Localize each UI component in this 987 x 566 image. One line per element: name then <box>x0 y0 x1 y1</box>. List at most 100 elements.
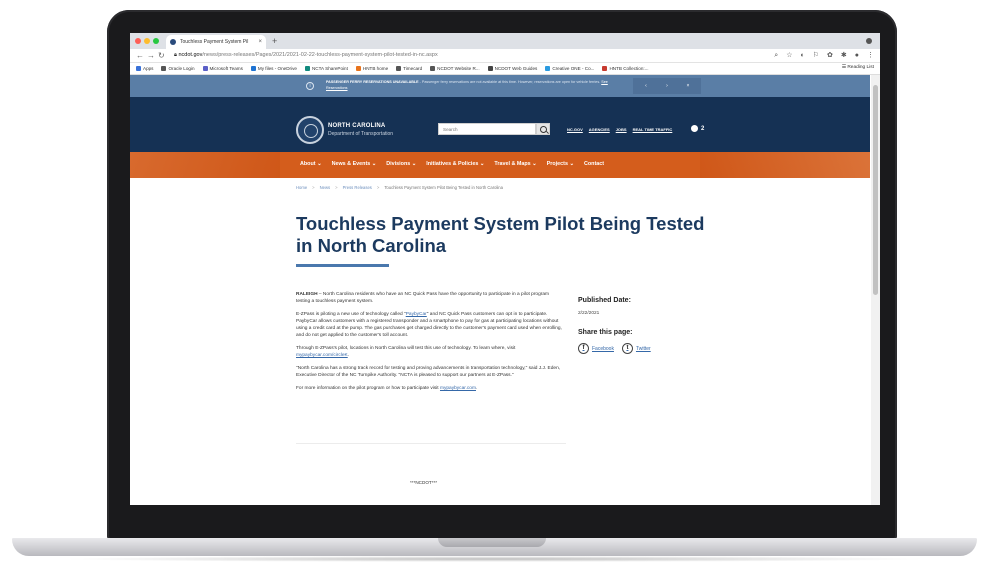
facebook-icon: f <box>578 343 589 354</box>
paybycar-link[interactable]: PaybyCar <box>406 312 427 317</box>
nav-about[interactable]: About ⌄ <box>300 161 322 167</box>
breadcrumb-separator: > <box>335 185 338 190</box>
back-arrow-icon[interactable]: ← <box>136 50 144 62</box>
link-agencies[interactable]: AGENCIES <box>589 127 610 132</box>
url-path: /news/press-releases/Pages/2021/2021-02-… <box>202 52 438 58</box>
link-jobs[interactable]: JOBS <box>616 127 627 132</box>
link-real-time-traffic[interactable]: REAL TIME TRAFFIC <box>633 127 673 132</box>
forward-arrow-icon[interactable]: → <box>147 50 155 62</box>
nav-news-events[interactable]: News & Events ⌄ <box>332 161 377 167</box>
site-header: NORTH CAROLINA Department of Transportat… <box>130 97 870 152</box>
star-icon[interactable]: ☆ <box>786 51 792 61</box>
tab-close-icon[interactable]: × <box>258 35 262 49</box>
bookmark-item[interactable]: My files - OneDrive <box>250 66 297 71</box>
address-bar-row: ← → ↻ 🔒︎ ncdot.gov/news/press-releases/P… <box>130 49 880 63</box>
url-host: ncdot.gov <box>178 52 203 58</box>
org-name[interactable]: NORTH CAROLINA <box>328 123 385 129</box>
tab-title: Touchless Payment System Pil <box>180 39 249 45</box>
bookmark-item[interactable]: NCDOT Web Guides <box>487 66 537 71</box>
published-date: 2/22/2021 <box>578 311 600 316</box>
profile-icon[interactable] <box>866 38 872 44</box>
link-nc-gov[interactable]: NC.GOV <box>567 127 583 132</box>
alert-text: PASSENGER FERRY RESERVATIONS UNAVAILABLE… <box>326 80 608 90</box>
share-facebook[interactable]: f Facebook <box>578 343 614 354</box>
browser-toolbar-icons: ⌕ ☆ ◐ ⚐ ✿ ✱ ● ⋮ <box>774 51 874 61</box>
bookmark-item[interactable]: Timecard <box>396 66 422 71</box>
title-underline <box>296 264 389 267</box>
window-controls <box>135 38 159 44</box>
bookmark-item[interactable]: HNTB home <box>355 66 388 71</box>
extension-icon[interactable]: ⚐ <box>813 51 819 61</box>
breadcrumb-separator: > <box>312 185 315 190</box>
reading-list-button[interactable]: ☰ Reading List <box>842 65 874 70</box>
main-navigation: About ⌄ News & Events ⌄ Divisions ⌄ Init… <box>130 152 870 178</box>
creative-icon <box>545 66 551 71</box>
circlek-link[interactable]: mypaybycar.com/circleK <box>296 353 348 358</box>
cloud-icon <box>250 66 256 71</box>
next-alert-icon[interactable]: › <box>661 80 673 92</box>
breadcrumb-press-releases[interactable]: Press Releases <box>343 185 372 190</box>
teams-icon <box>202 66 208 71</box>
nav-travel-maps[interactable]: Travel & Maps ⌄ <box>494 161 536 167</box>
bookmark-item[interactable]: NCTA SharePoint <box>304 66 348 71</box>
extension-icon[interactable]: ✿ <box>827 51 833 61</box>
published-date-label: Published Date: <box>578 297 631 304</box>
breadcrumb: Home > News > Press Releases > Touchless… <box>296 185 503 190</box>
nav-contact[interactable]: Contact <box>584 161 604 167</box>
end-marker: ***NCDOT*** <box>410 480 438 485</box>
bookmark-item[interactable]: Microsoft Teams <box>202 66 243 71</box>
extension-icon[interactable]: ◐ <box>801 51 805 61</box>
minimize-window-button[interactable] <box>144 38 150 44</box>
paragraph: "North Carolina has a strong track recor… <box>296 366 561 378</box>
page-scrollbar[interactable] <box>871 75 880 505</box>
previous-alert-icon[interactable]: ‹ <box>640 80 652 92</box>
new-tab-button[interactable]: + <box>272 35 277 47</box>
nav-divisions[interactable]: Divisions ⌄ <box>386 161 416 167</box>
org-subtitle[interactable]: Department of Transportation <box>328 131 393 137</box>
share-label: Share this page: <box>578 329 633 336</box>
ncdot-seal-logo[interactable] <box>296 116 324 144</box>
zoom-icon[interactable]: ⌕ <box>774 51 778 61</box>
hntb-icon <box>355 66 361 71</box>
paragraph: Through E-ZPass's pilot, locations in No… <box>296 346 516 358</box>
globe-icon <box>487 66 493 71</box>
search-input[interactable] <box>438 123 536 135</box>
nav-initiatives-policies[interactable]: Initiatives & Policies ⌄ <box>426 161 484 167</box>
mypaybycar-link[interactable]: mypaybycar.com <box>440 386 476 391</box>
menu-icon[interactable]: ⋮ <box>867 51 874 61</box>
article-sidebar: Published Date: 2/22/2021 Share this pag… <box>578 297 698 354</box>
breadcrumb-separator: > <box>376 185 380 190</box>
breadcrumb-news[interactable]: News <box>320 185 330 190</box>
divider <box>296 443 566 444</box>
search-icon[interactable] <box>536 123 550 135</box>
globe-icon <box>161 66 167 71</box>
sharepoint-icon <box>304 66 310 71</box>
bookmark-item[interactable]: Apps <box>136 66 153 71</box>
page-title: Touchless Payment System Pilot Being Tes… <box>296 213 705 256</box>
browser-tab[interactable]: Touchless Payment System Pil × <box>166 35 266 49</box>
close-window-button[interactable] <box>135 38 141 44</box>
paragraph: E-ZPass is piloting a new use of technol… <box>296 312 562 338</box>
alert-icon <box>691 125 698 132</box>
bookmark-item[interactable]: Creative ONE - Co... <box>545 66 594 71</box>
bookmark-item[interactable]: HNTB Collection:... <box>602 66 649 71</box>
bookmark-item[interactable]: NCDOT Website R... <box>430 66 480 71</box>
share-twitter[interactable]: t Twitter <box>621 343 651 354</box>
lock-icon: 🔒︎ <box>174 52 177 58</box>
puzzle-icon[interactable]: ✱ <box>841 51 847 61</box>
screen: Touchless Payment System Pil × + ← → ↻ 🔒… <box>130 33 880 505</box>
alerts-indicator[interactable]: 2 <box>691 125 704 132</box>
close-alert-icon[interactable]: × <box>682 80 694 92</box>
scrollbar-thumb[interactable] <box>873 85 878 295</box>
breadcrumb-home[interactable]: Home <box>296 185 307 190</box>
bookmark-item[interactable]: Oracle Login <box>161 66 195 71</box>
url-field[interactable]: 🔒︎ ncdot.gov/news/press-releases/Pages/2… <box>174 52 438 59</box>
account-icon[interactable]: ● <box>855 51 859 61</box>
globe-icon <box>396 66 402 71</box>
browser-tab-bar: Touchless Payment System Pil × + <box>130 33 880 49</box>
nav-projects[interactable]: Projects ⌄ <box>547 161 574 167</box>
maximize-window-button[interactable] <box>153 38 159 44</box>
collection-icon <box>602 66 608 71</box>
article-body: RALEIGH – North Carolina residents who h… <box>296 291 562 398</box>
reload-icon[interactable]: ↻ <box>158 50 165 62</box>
